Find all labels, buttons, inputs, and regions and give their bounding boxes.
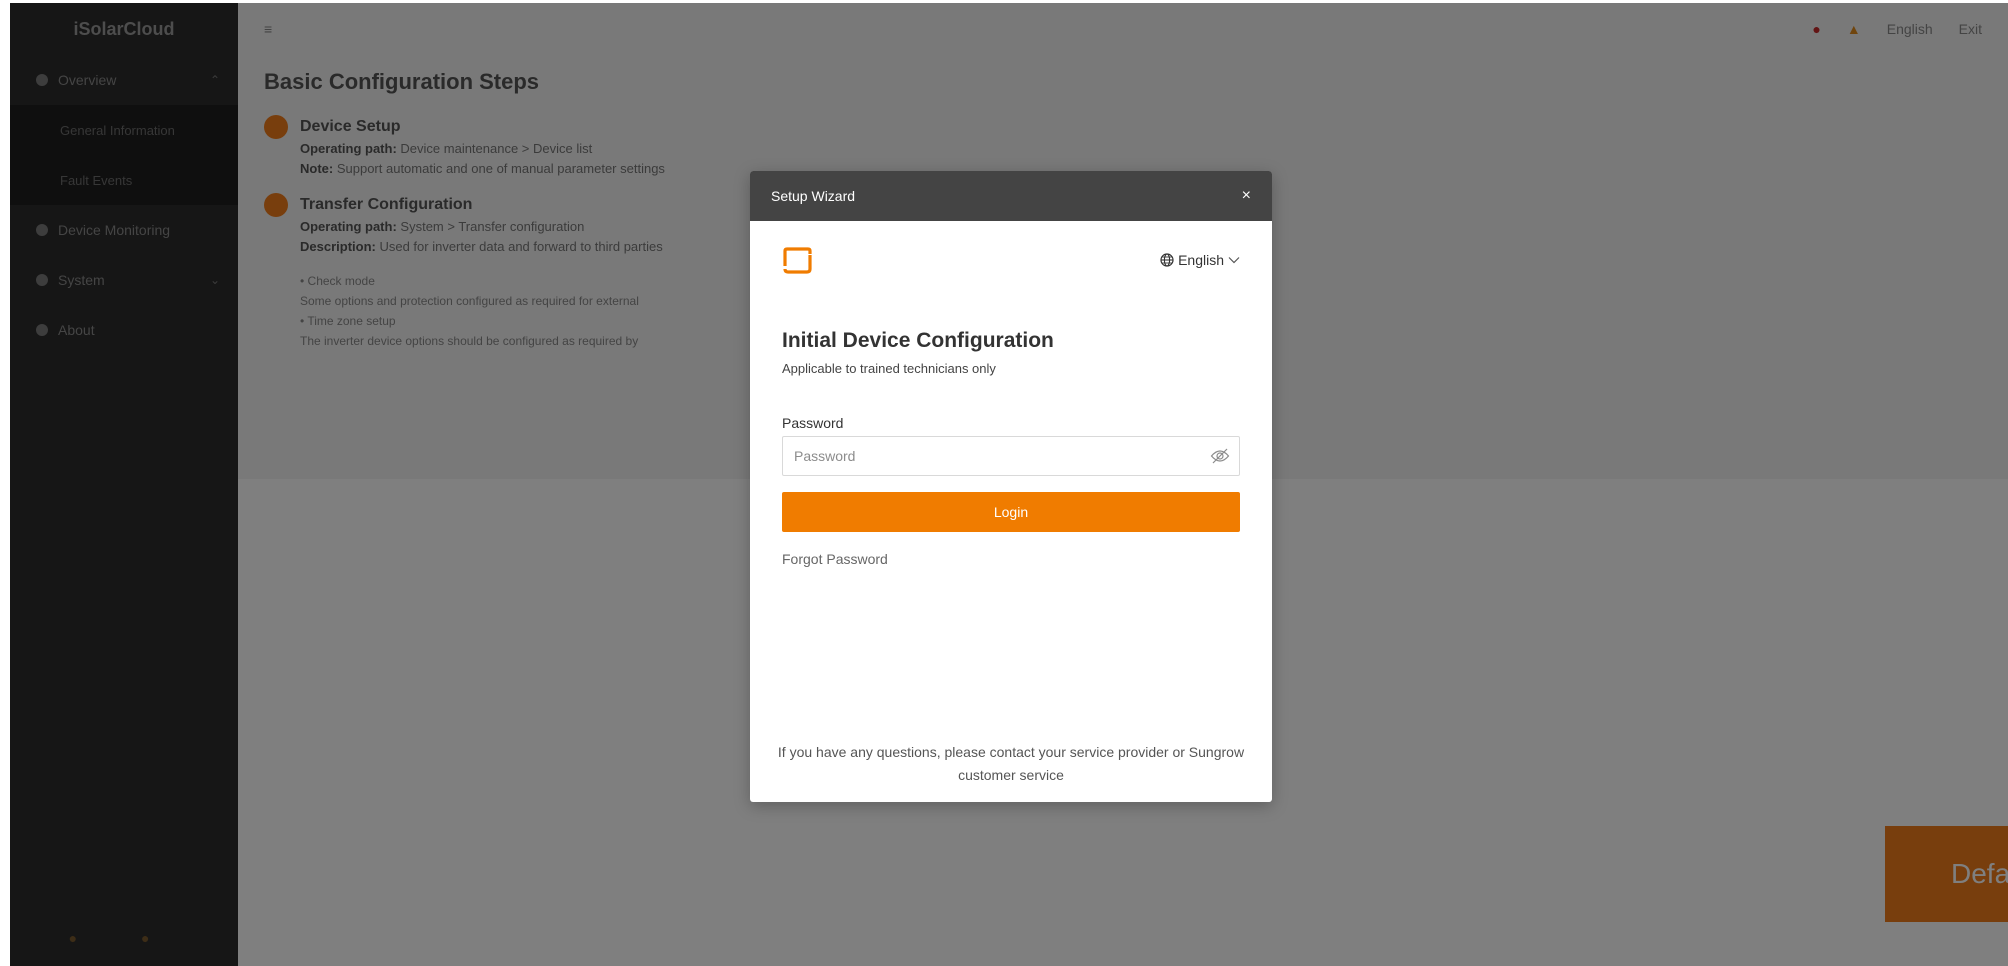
dialog-heading: Initial Device Configuration [782,329,1054,352]
close-icon[interactable]: × [1242,188,1251,204]
password-input[interactable] [782,436,1240,476]
eye-off-icon[interactable] [1210,447,1230,465]
language-selector[interactable]: English [1160,252,1240,268]
setup-wizard-dialog: Setup Wizard × English Initial Device Co… [750,171,1272,802]
sungrow-logo-icon [783,246,812,274]
left-edge [0,0,10,966]
support-note: If you have any questions, please contac… [760,741,1262,787]
dialog-subheading: Applicable to trained technicians only [782,361,996,376]
chevron-down-icon [1228,257,1240,264]
dialog-body: English Initial Device Configuration App… [750,221,1272,802]
password-label: Password [782,415,844,431]
globe-icon [1160,253,1174,267]
top-edge [0,0,2008,3]
support-note-line: customer service [958,767,1064,783]
brand-row: English [782,221,1240,299]
dialog-title: Setup Wizard [771,188,856,204]
login-button[interactable]: Login [782,492,1240,532]
password-field-wrapper [782,436,1240,476]
support-note-line: If you have any questions, please contac… [777,744,1245,760]
forgot-password-link[interactable]: Forgot Password [782,551,888,567]
dialog-header: Setup Wizard × [750,171,1272,221]
language-label: English [1178,252,1224,268]
